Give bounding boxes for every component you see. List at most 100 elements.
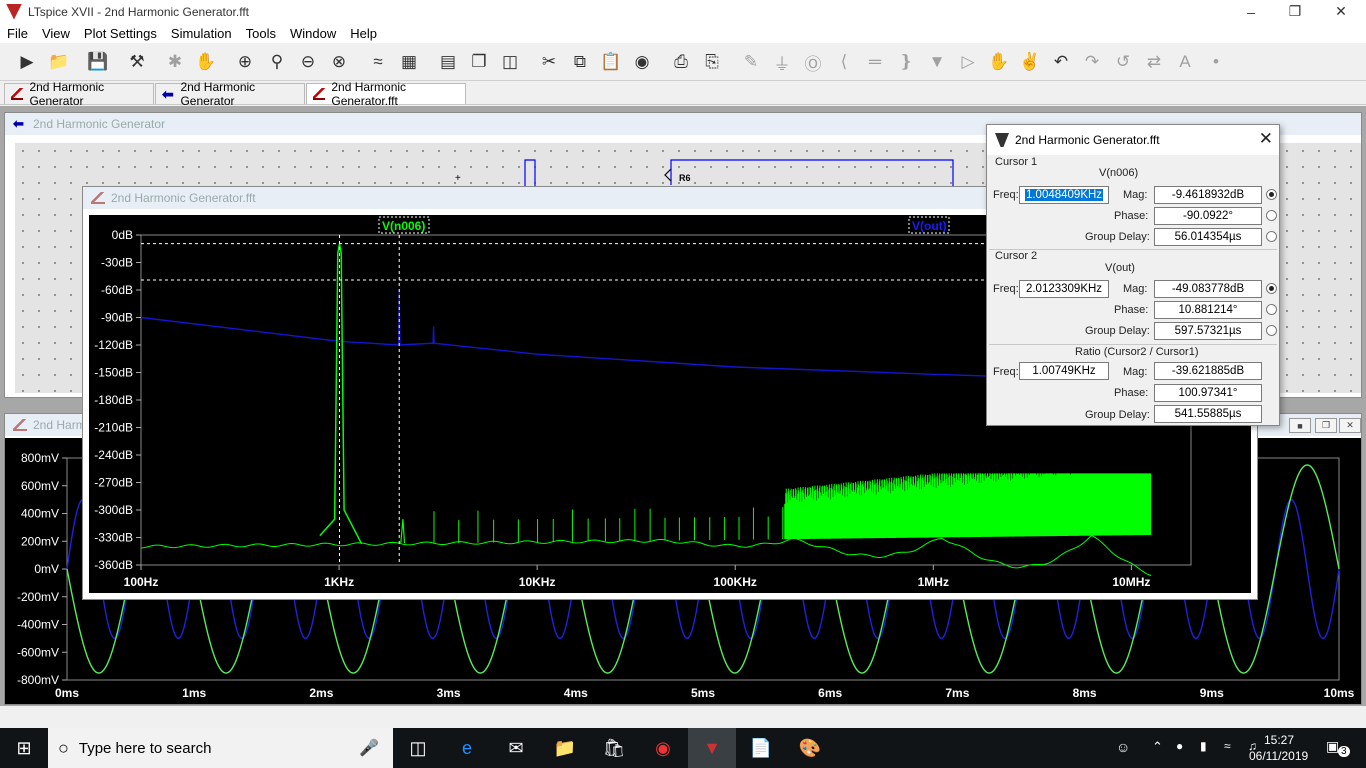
search-icon: ○	[58, 737, 69, 758]
control-panel-icon[interactable]: ⚒	[124, 49, 150, 75]
ground-icon[interactable]: ⏚	[769, 49, 795, 75]
schematic-title: 2nd Harmonic Generator	[33, 117, 166, 131]
documents-icon[interactable]: 📄	[737, 728, 785, 768]
tab-fft[interactable]: 2nd Harmonic Generator.fft	[306, 80, 466, 108]
tab-waveform[interactable]: 2nd Harmonic Generator	[4, 80, 154, 108]
move-hand-icon[interactable]: ✋	[986, 49, 1012, 75]
transient-x-tick-label: 4ms	[564, 686, 588, 700]
tab-label: 2nd Harmonic Generator	[29, 80, 105, 108]
transient-y-tick-label: -200mV	[17, 590, 59, 604]
mirror-icon[interactable]: ⇄	[1141, 49, 1167, 75]
cut-icon[interactable]: ✂	[536, 49, 562, 75]
halt-icon[interactable]: ✱	[162, 49, 188, 75]
cursor2-label: Cursor 2	[995, 250, 1038, 262]
tile-vertical-icon[interactable]: ◫	[497, 49, 523, 75]
capacitor-icon[interactable]: ═	[862, 49, 888, 75]
tray-chevron-icon[interactable]: ⌃	[1152, 739, 1163, 755]
cursor2-phase-radio[interactable]	[1266, 304, 1277, 315]
label-net-icon[interactable]: Ⓞ	[800, 49, 826, 75]
pan-hand-icon[interactable]: ✋	[193, 49, 219, 75]
cursor1-phase-radio[interactable]	[1266, 210, 1277, 221]
fft-trace-vn006-fundamental	[319, 243, 363, 545]
drag-hand-icon[interactable]: ✌	[1017, 49, 1043, 75]
fft-trace-vn006-floor	[140, 535, 1152, 576]
text-icon[interactable]: Α	[1172, 49, 1198, 75]
transient-x-tick-label: 2ms	[309, 686, 333, 700]
autorange-icon[interactable]: ≈	[365, 49, 391, 75]
menu-help[interactable]: Help	[343, 26, 384, 41]
resistor-icon[interactable]: ⟨	[831, 49, 857, 75]
cursor2-mag-radio[interactable]	[1266, 283, 1277, 294]
wire-pencil-icon[interactable]: ✎	[738, 49, 764, 75]
edge-icon[interactable]: e	[443, 728, 491, 768]
tile-horizontal-icon[interactable]: ▤	[435, 49, 461, 75]
transient-y-tick-label: 200mV	[21, 534, 59, 548]
file-explorer-icon[interactable]: 📁	[541, 728, 589, 768]
menu-view[interactable]: View	[35, 26, 77, 41]
transient-close-button[interactable]: ✕	[1339, 418, 1361, 433]
microphone-icon[interactable]: 🎤	[359, 738, 379, 758]
zoom-in-icon[interactable]: ⊕	[232, 49, 258, 75]
clock-date[interactable]: 06/11/2019	[1249, 749, 1308, 763]
transient-restore-button[interactable]: ❐	[1315, 418, 1337, 433]
undo-icon[interactable]: ↶	[1048, 49, 1074, 75]
open-folder-icon[interactable]: 📁	[46, 49, 72, 75]
store-icon[interactable]: 🛍	[590, 728, 638, 768]
tab-schematic[interactable]: ⬅ 2nd Harmonic Generator	[155, 80, 305, 108]
network-icon[interactable]: ●	[1176, 739, 1183, 753]
inductor-icon[interactable]: ❵	[893, 49, 919, 75]
print-setup-icon[interactable]: ⎘	[699, 49, 725, 75]
minimize-button[interactable]: –	[1228, 0, 1274, 23]
menu-plot-settings[interactable]: Plot Settings	[77, 26, 164, 41]
windows-start-icon[interactable]: ⊞	[0, 728, 48, 768]
wifi-icon[interactable]: ≈	[1224, 739, 1231, 753]
close-button[interactable]: ✕	[1318, 0, 1364, 23]
fit-icon[interactable]: ▦	[396, 49, 422, 75]
menu-tools[interactable]: Tools	[239, 26, 283, 41]
cursor2-gd-radio[interactable]	[1266, 325, 1277, 336]
transient-minimize-button[interactable]: ■	[1289, 418, 1311, 433]
menu-file[interactable]: File	[0, 26, 35, 41]
fft-x-tick-label: 1MHz	[918, 575, 949, 589]
cursor1-freq-field[interactable]: 1.0048409KHz	[1019, 186, 1109, 204]
waveform-icon	[13, 419, 27, 431]
document-tabs: 2nd Harmonic Generator ⬅ 2nd Harmonic Gen…	[0, 80, 1366, 108]
cursor1-freq-label: Freq:	[993, 189, 1019, 201]
zoom-out-icon[interactable]: ⊖	[295, 49, 321, 75]
cursor2-freq-field[interactable]: 2.0123309KHz	[1019, 280, 1109, 298]
battery-icon[interactable]: ▮	[1200, 739, 1207, 753]
copy-icon[interactable]: ⧉	[567, 49, 593, 75]
transient-x-tick-label: 5ms	[691, 686, 715, 700]
find-binoculars-icon[interactable]: ◉	[629, 49, 655, 75]
component-icon[interactable]: ▷	[955, 49, 981, 75]
mail-icon[interactable]: ✉	[492, 728, 540, 768]
diode-icon[interactable]: ▼	[924, 49, 950, 75]
taskbar-search[interactable]: ○ Type here to search 🎤	[48, 728, 393, 768]
menu-simulation[interactable]: Simulation	[164, 26, 239, 41]
ltspice-taskbar-icon[interactable]: ▼	[688, 728, 736, 768]
run-icon[interactable]: ▶	[14, 49, 40, 75]
redo-icon[interactable]: ↷	[1079, 49, 1105, 75]
print-icon[interactable]: ⎙	[668, 49, 694, 75]
paint-icon[interactable]: 🎨	[786, 728, 834, 768]
people-icon[interactable]: ☺	[1116, 739, 1130, 755]
paste-icon[interactable]: 📋	[598, 49, 624, 75]
restore-button[interactable]: ❐	[1272, 0, 1318, 23]
clock-time[interactable]: 15:27	[1264, 733, 1294, 747]
spice-directive-icon[interactable]: •	[1203, 49, 1229, 75]
dialog-close-icon[interactable]: ✕	[1259, 129, 1273, 149]
menu-window[interactable]: Window	[283, 26, 343, 41]
cascade-icon[interactable]: ❐	[466, 49, 492, 75]
save-icon[interactable]: 💾	[85, 49, 111, 75]
task-view-icon[interactable]: ◫	[394, 728, 442, 768]
cursor1-phase-field: -90.0922°	[1154, 207, 1262, 225]
zoom-cancel-icon[interactable]: ⊗	[326, 49, 352, 75]
cursor1-gd-radio[interactable]	[1266, 231, 1277, 242]
app-title-bar: LTspice XVII - 2nd Harmonic Generator.ff…	[0, 0, 1366, 23]
chrome-icon[interactable]: ◉	[639, 728, 687, 768]
cursor1-mag-radio[interactable]	[1266, 189, 1277, 200]
rotate-icon[interactable]: ↺	[1110, 49, 1136, 75]
fft-y-tick-label: -300dB	[94, 503, 133, 517]
zoom-area-icon[interactable]: ⚲	[264, 49, 290, 75]
cursor-dialog-title: 2nd Harmonic Generator.fft	[1015, 133, 1160, 147]
